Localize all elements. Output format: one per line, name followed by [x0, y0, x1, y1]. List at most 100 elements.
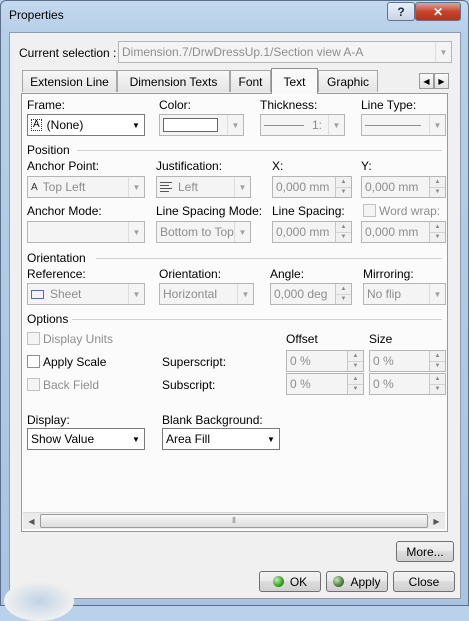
color-dropdown[interactable]: ▼: [159, 114, 244, 136]
spin-down-icon[interactable]: ▼: [336, 187, 351, 197]
current-selection-value: Dimension.7/DrwDressUp.1/Section view A-…: [122, 45, 364, 59]
y-spinner[interactable]: 0,000 mm ▲ ▼: [361, 176, 446, 198]
chevron-down-icon: ▼: [128, 177, 144, 197]
help-button[interactable]: ?: [387, 2, 415, 21]
orientation-dropdown[interactable]: Horizontal ▼: [159, 283, 254, 305]
line-spacing-mode-label: Line Spacing Mode:: [156, 204, 263, 218]
spin-down-icon[interactable]: ▼: [430, 361, 445, 371]
title-bar[interactable]: Properties ? ✕: [1, 1, 468, 31]
subscript-label: Subscript:: [162, 378, 216, 392]
chevron-down-icon: ▼: [237, 284, 253, 304]
anchor-point-dropdown[interactable]: A Top Left ▼: [27, 176, 145, 198]
close-button[interactable]: Close: [393, 571, 455, 592]
close-button-label: Close: [408, 574, 440, 589]
tab-scroll-right-button[interactable]: ▶: [434, 73, 449, 89]
tab-dimension-texts[interactable]: Dimension Texts: [117, 70, 230, 92]
thickness-line-sample: [264, 124, 304, 126]
frame-dropdown[interactable]: A (None) ▼: [27, 114, 145, 136]
decorative-glow: [4, 581, 74, 621]
spin-down-icon[interactable]: ▼: [430, 232, 445, 242]
blank-background-dropdown[interactable]: Area Fill ▼: [162, 428, 280, 450]
subscript-offset-value: 0 %: [290, 377, 311, 391]
position-section-title: Position: [27, 143, 70, 157]
spin-up-icon[interactable]: ▲: [336, 177, 351, 188]
tab-graphic[interactable]: Graphic: [318, 70, 378, 92]
position-separator: [77, 150, 442, 151]
scroll-left-icon[interactable]: ◀: [23, 513, 40, 529]
chevron-down-icon: ▼: [227, 115, 243, 135]
spin-up-icon[interactable]: ▲: [348, 374, 363, 385]
justification-dropdown[interactable]: Left ▼: [156, 176, 251, 198]
display-units-checkbox[interactable]: [27, 332, 40, 345]
window-title: Properties: [9, 8, 64, 22]
x-spinner[interactable]: 0,000 mm ▲ ▼: [272, 176, 352, 198]
anchor-mode-label: Anchor Mode:: [27, 204, 102, 218]
reference-dropdown[interactable]: Sheet ▼: [27, 283, 145, 305]
superscript-size-spinner[interactable]: 0 % ▲ ▼: [369, 350, 446, 372]
spin-down-icon[interactable]: ▼: [430, 187, 445, 197]
orientation-label: Orientation:: [159, 267, 222, 281]
line-spacing-spinner[interactable]: 0,000 mm ▲ ▼: [272, 221, 352, 243]
spin-up-icon[interactable]: ▲: [430, 374, 445, 385]
display-label: Display:: [27, 413, 70, 427]
word-wrap-spinner[interactable]: 0,000 mm ▲ ▼: [361, 221, 446, 243]
spin-up-icon[interactable]: ▲: [430, 177, 445, 188]
display-dropdown[interactable]: Show Value ▼: [27, 428, 145, 450]
window-close-button[interactable]: ✕: [415, 2, 461, 21]
back-field-checkbox[interactable]: [27, 378, 40, 391]
tab-scroll-left-button[interactable]: ◀: [419, 73, 434, 89]
display-units-label: Display Units: [43, 332, 114, 346]
apply-button-label: Apply: [350, 574, 381, 589]
spin-down-icon[interactable]: ▼: [336, 294, 351, 304]
current-selection-label: Current selection :: [19, 46, 117, 60]
angle-spinner[interactable]: 0,000 deg ▲ ▼: [270, 283, 352, 305]
options-separator: [72, 319, 442, 320]
chevron-down-icon: ▼: [234, 222, 250, 242]
line-spacing-value: 0,000 mm: [276, 225, 330, 239]
spin-down-icon[interactable]: ▼: [348, 361, 363, 371]
x-value: 0,000 mm: [276, 180, 330, 194]
spin-up-icon[interactable]: ▲: [336, 222, 351, 233]
ok-button[interactable]: OK: [259, 571, 321, 592]
word-wrap-checkbox[interactable]: [363, 204, 376, 217]
more-button[interactable]: More...: [396, 541, 454, 562]
mirroring-dropdown[interactable]: No flip ▼: [363, 283, 446, 305]
spin-up-icon[interactable]: ▲: [430, 222, 445, 233]
apply-scale-checkbox[interactable]: [27, 355, 40, 368]
spin-up-icon[interactable]: ▲: [430, 351, 445, 362]
superscript-offset-value: 0 %: [290, 354, 311, 368]
subscript-size-value: 0 %: [373, 377, 394, 391]
current-selection-dropdown[interactable]: Dimension.7/DrwDressUp.1/Section view A-…: [118, 41, 452, 63]
line-spacing-label: Line Spacing:: [272, 204, 345, 218]
superscript-offset-spinner[interactable]: 0 % ▲ ▼: [286, 350, 364, 372]
spin-up-icon[interactable]: ▲: [348, 351, 363, 362]
tab-text[interactable]: Text: [271, 68, 318, 94]
reference-label: Reference:: [27, 267, 86, 281]
thickness-dropdown[interactable]: 1: ▼: [260, 114, 345, 136]
horizontal-scrollbar[interactable]: ◀ ⦀ ▶: [23, 512, 445, 529]
spin-down-icon[interactable]: ▼: [348, 384, 363, 394]
justification-label: Justification:: [156, 159, 223, 173]
tab-extension-line[interactable]: Extension Line: [22, 70, 117, 92]
color-label: Color:: [159, 98, 192, 112]
line-type-dropdown[interactable]: ▼: [361, 114, 446, 136]
frame-label: Frame:: [27, 98, 66, 112]
tab-font[interactable]: Font: [230, 70, 271, 92]
line-spacing-mode-dropdown[interactable]: Bottom to Top ▼: [156, 221, 251, 243]
spin-down-icon[interactable]: ▼: [336, 232, 351, 242]
anchor-mode-dropdown[interactable]: ▼: [27, 221, 145, 243]
apply-button[interactable]: Apply: [326, 571, 388, 592]
chevron-down-icon: ▼: [234, 177, 250, 197]
subscript-size-spinner[interactable]: 0 % ▲ ▼: [369, 373, 446, 395]
spin-up-icon[interactable]: ▲: [336, 284, 351, 295]
word-wrap-label: Word wrap:: [379, 204, 441, 218]
spin-down-icon[interactable]: ▼: [430, 384, 445, 394]
superscript-size-value: 0 %: [373, 354, 394, 368]
close-icon: ✕: [432, 4, 444, 19]
orientation-separator: [96, 258, 442, 259]
ok-button-label: OK: [289, 574, 308, 589]
color-swatch: [163, 118, 218, 132]
scroll-right-icon[interactable]: ▶: [428, 513, 445, 529]
subscript-offset-spinner[interactable]: 0 % ▲ ▼: [286, 373, 364, 395]
scrollbar-thumb[interactable]: ⦀: [40, 514, 428, 528]
